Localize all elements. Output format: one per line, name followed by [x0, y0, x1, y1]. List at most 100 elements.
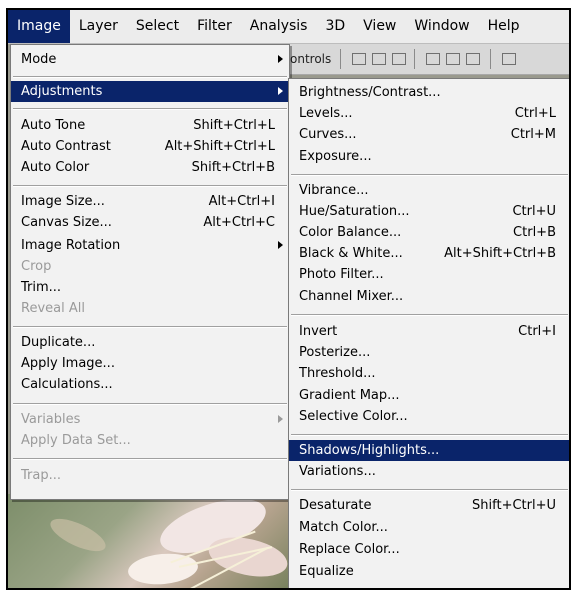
menu-filter[interactable]: Filter: [188, 10, 241, 43]
menu-item-black-white[interactable]: Black & White... Alt+Shift+Ctrl+B: [289, 243, 569, 264]
menu-bar: Image Layer Select Filter Analysis 3D Vi…: [8, 10, 569, 44]
align-top-icon[interactable]: [352, 53, 366, 65]
menu-item-trap: Trap...: [11, 465, 289, 486]
menu-item-label: Color Balance...: [299, 225, 402, 240]
menu-item-canvas-size[interactable]: Canvas Size... Alt+Ctrl+C: [11, 212, 289, 233]
menu-separator: [291, 174, 568, 176]
shortcut-label: Shift+Ctrl+L: [193, 118, 275, 133]
menu-image[interactable]: Image: [8, 10, 70, 43]
menu-item-label: Image Size...: [21, 194, 105, 209]
menu-item-label: Trap...: [21, 468, 61, 483]
menu-item-trim[interactable]: Trim...: [11, 277, 289, 298]
menu-item-apply-image[interactable]: Apply Image...: [11, 353, 289, 374]
menu-item-calculations[interactable]: Calculations...: [11, 374, 289, 395]
menu-item-label: Trim...: [21, 280, 62, 295]
menu-item-label: Auto Color: [21, 160, 90, 175]
photo-leaf: [46, 512, 110, 558]
menu-item-shadows-highlights[interactable]: Shadows/Highlights...: [289, 440, 569, 461]
align-vcenter-icon[interactable]: [372, 53, 386, 65]
menu-item-equalize[interactable]: Equalize: [289, 561, 569, 582]
menu-item-duplicate[interactable]: Duplicate...: [11, 332, 289, 353]
menu-view[interactable]: View: [354, 10, 405, 43]
menu-item-label: Crop: [21, 259, 52, 274]
app-window: Image Layer Select Filter Analysis 3D Vi…: [6, 8, 571, 590]
menu-item-label: Invert: [299, 324, 338, 339]
menu-item-image-rotation[interactable]: Image Rotation: [11, 235, 289, 256]
shortcut-label: Shift+Ctrl+U: [472, 498, 556, 513]
canvas-photo: [8, 488, 298, 588]
menu-item-gradient-map[interactable]: Gradient Map...: [289, 385, 569, 406]
menu-help[interactable]: Help: [479, 10, 529, 43]
menu-select[interactable]: Select: [127, 10, 188, 43]
menu-item-label: Black & White...: [299, 246, 403, 261]
submenu-arrow-icon: [278, 87, 283, 95]
menu-item-label: Hue/Saturation...: [299, 204, 410, 219]
menu-separator: [13, 108, 287, 110]
menu-item-photo-filter[interactable]: Photo Filter...: [289, 264, 569, 285]
menu-item-auto-contrast[interactable]: Auto Contrast Alt+Shift+Ctrl+L: [11, 136, 289, 157]
align-right-icon[interactable]: [466, 53, 480, 65]
align-left-icon[interactable]: [426, 53, 440, 65]
menu-item-desaturate[interactable]: Desaturate Shift+Ctrl+U: [289, 495, 569, 516]
menu-item-brightness-contrast[interactable]: Brightness/Contrast...: [289, 82, 569, 103]
menu-item-adjustments[interactable]: Adjustments: [11, 81, 289, 102]
menu-item-selective-color[interactable]: Selective Color...: [289, 406, 569, 427]
menu-item-curves[interactable]: Curves... Ctrl+M: [289, 124, 569, 145]
menu-item-reveal-all: Reveal All: [11, 298, 289, 319]
menu-separator: [13, 458, 287, 460]
menu-item-label: Calculations...: [21, 377, 113, 392]
menu-item-label: Apply Data Set...: [21, 433, 131, 448]
menu-item-label: Match Color...: [299, 520, 388, 535]
shortcut-label: Ctrl+U: [512, 204, 556, 219]
menu-item-color-balance[interactable]: Color Balance... Ctrl+B: [289, 222, 569, 243]
menu-item-mode[interactable]: Mode: [11, 49, 289, 70]
options-bar-label: ontrols: [290, 52, 332, 66]
menu-item-label: Gradient Map...: [299, 388, 400, 403]
options-separator: [490, 49, 491, 69]
menu-3d[interactable]: 3D: [316, 10, 354, 43]
menu-separator: [13, 76, 287, 78]
options-separator: [340, 49, 341, 69]
menu-item-vibrance[interactable]: Vibrance...: [289, 180, 569, 201]
menu-item-auto-color[interactable]: Auto Color Shift+Ctrl+B: [11, 157, 289, 178]
menu-item-label: Canvas Size...: [21, 215, 112, 230]
menu-item-label: Desaturate: [299, 498, 372, 513]
align-hcenter-icon[interactable]: [446, 53, 460, 65]
submenu-arrow-icon: [278, 241, 283, 249]
shortcut-label: Alt+Ctrl+I: [208, 194, 275, 209]
menu-item-channel-mixer[interactable]: Channel Mixer...: [289, 286, 569, 307]
adjustments-submenu: Brightness/Contrast... Levels... Ctrl+L …: [288, 78, 569, 588]
distribute-top-icon[interactable]: [502, 53, 516, 65]
menu-item-label: Auto Tone: [21, 118, 86, 133]
menu-item-label: Threshold...: [299, 366, 376, 381]
menu-item-label: Exposure...: [299, 149, 372, 164]
menu-item-label: Replace Color...: [299, 542, 400, 557]
shortcut-label: Ctrl+M: [510, 127, 556, 142]
menu-item-label: Image Rotation: [21, 238, 121, 253]
menu-item-label: Photo Filter...: [299, 267, 384, 282]
menu-item-match-color[interactable]: Match Color...: [289, 517, 569, 538]
menu-item-posterize[interactable]: Posterize...: [289, 342, 569, 363]
menu-separator: [291, 489, 568, 491]
menu-item-threshold[interactable]: Threshold...: [289, 363, 569, 384]
menu-item-label: Equalize: [299, 564, 354, 579]
menu-item-levels[interactable]: Levels... Ctrl+L: [289, 103, 569, 124]
menu-layer[interactable]: Layer: [70, 10, 127, 43]
shortcut-label: Ctrl+I: [518, 324, 556, 339]
menu-item-image-size[interactable]: Image Size... Alt+Ctrl+I: [11, 191, 289, 212]
align-bottom-icon[interactable]: [392, 53, 406, 65]
menu-window[interactable]: Window: [405, 10, 478, 43]
menu-analysis[interactable]: Analysis: [241, 10, 317, 43]
menu-item-hue-saturation[interactable]: Hue/Saturation... Ctrl+U: [289, 201, 569, 222]
menu-item-exposure[interactable]: Exposure...: [289, 146, 569, 167]
menu-item-label: Channel Mixer...: [299, 289, 404, 304]
submenu-arrow-icon: [278, 55, 283, 63]
menu-item-replace-color[interactable]: Replace Color...: [289, 539, 569, 560]
menu-item-auto-tone[interactable]: Auto Tone Shift+Ctrl+L: [11, 115, 289, 136]
menu-item-label: Curves...: [299, 127, 357, 142]
shortcut-label: Ctrl+B: [513, 225, 556, 240]
menu-item-variations[interactable]: Variations...: [289, 461, 569, 482]
shortcut-label: Alt+Ctrl+C: [203, 215, 275, 230]
menu-item-invert[interactable]: Invert Ctrl+I: [289, 321, 569, 342]
menu-item-label: Mode: [21, 52, 57, 67]
